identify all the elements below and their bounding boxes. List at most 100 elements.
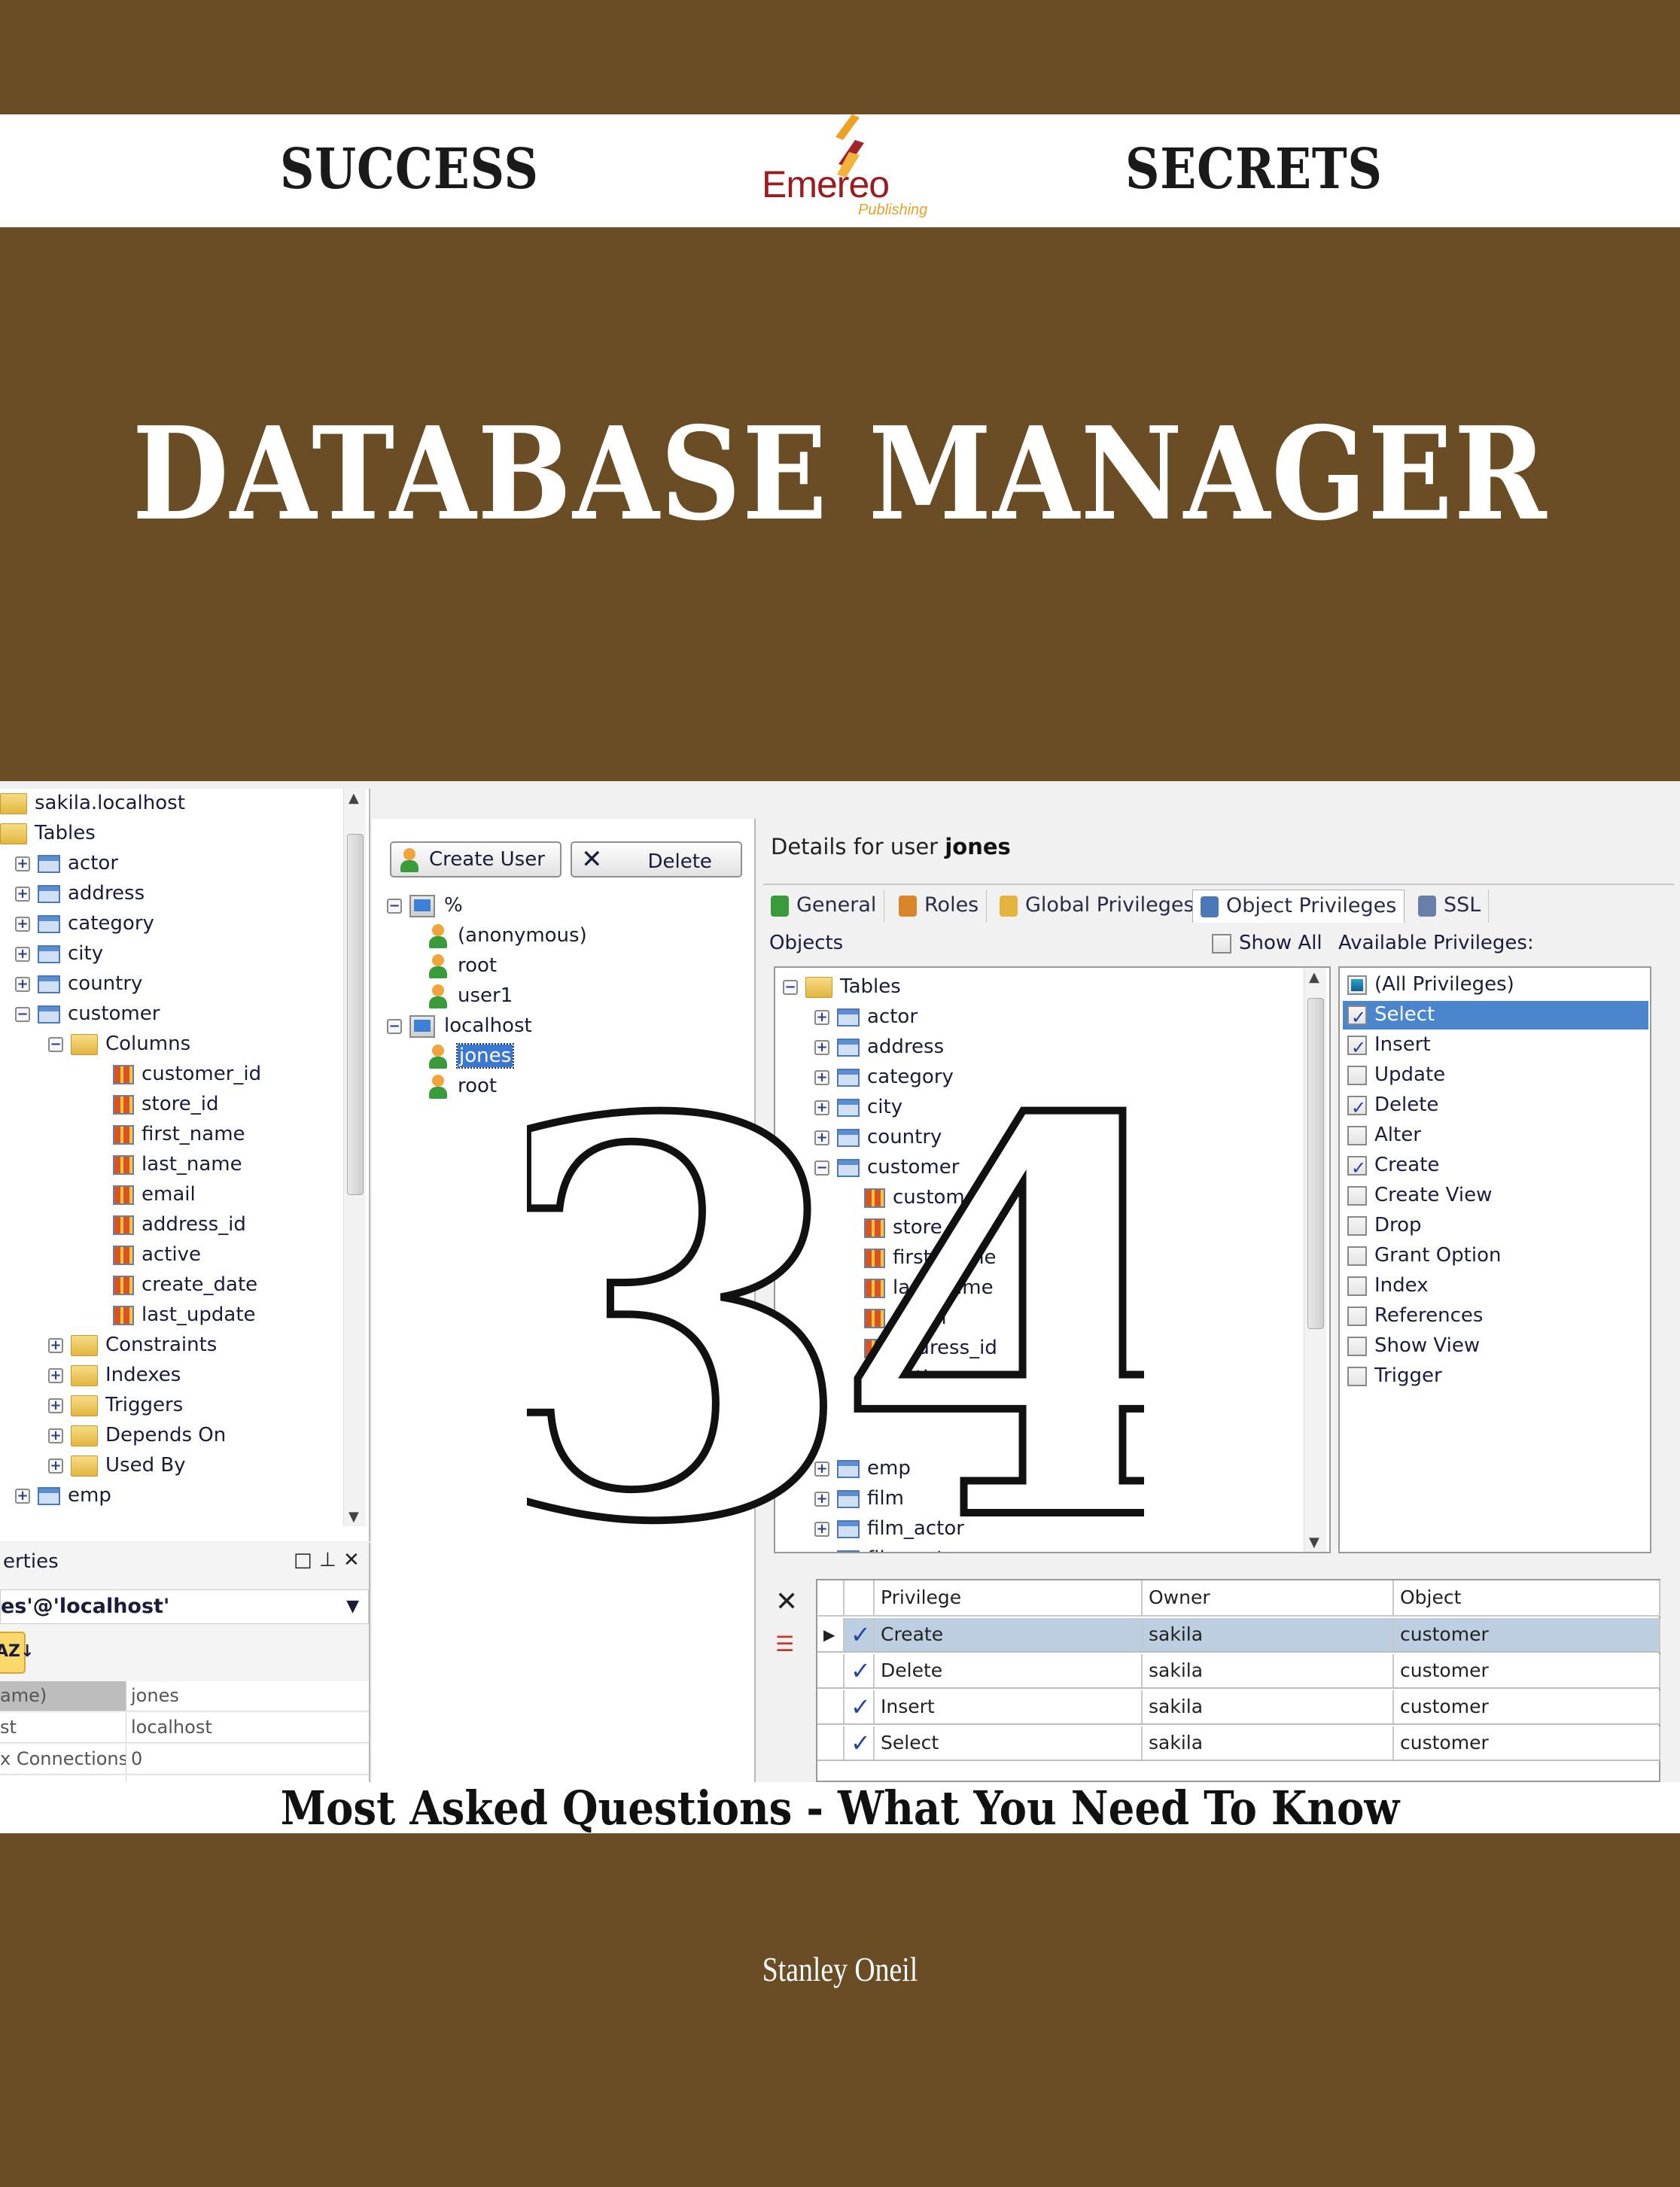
tree-subfolder[interactable]: + Triggers bbox=[48, 1391, 183, 1419]
chevron-down-icon[interactable]: ▼ bbox=[346, 1590, 359, 1623]
tree-column[interactable]: address_id bbox=[113, 1210, 246, 1239]
column-header-privilege[interactable]: Privilege bbox=[875, 1580, 1143, 1615]
delete-user-button[interactable]: ✕ Delete bbox=[571, 841, 742, 878]
expand-icon[interactable]: + bbox=[814, 1069, 829, 1085]
privilege-option[interactable]: Drop bbox=[1343, 1212, 1648, 1240]
privilege-option[interactable]: Grant Option bbox=[1343, 1242, 1648, 1270]
pin-icon[interactable]: ⊥ bbox=[319, 1549, 336, 1571]
show-all-checkbox[interactable]: Show All bbox=[1212, 932, 1322, 954]
checkbox-icon[interactable] bbox=[1347, 1004, 1367, 1031]
tree-subfolder[interactable]: + Used By bbox=[48, 1451, 186, 1480]
expand-icon[interactable]: + bbox=[48, 1458, 63, 1474]
scroll-thumb[interactable] bbox=[347, 834, 364, 1195]
expand-icon[interactable]: + bbox=[48, 1428, 63, 1443]
tree-column[interactable]: active bbox=[113, 1240, 201, 1269]
collapse-icon[interactable]: − bbox=[783, 979, 798, 995]
tree-root[interactable]: sakila.localhost bbox=[0, 789, 185, 817]
available-privileges-list[interactable]: (All Privileges) Select Insert Update Delete… bbox=[1338, 966, 1651, 1553]
expand-icon[interactable]: + bbox=[48, 1367, 63, 1383]
scroll-down-arrow-icon[interactable]: ▼ bbox=[1309, 1535, 1319, 1550]
grid-row[interactable]: ✓ Insert sakila customer bbox=[817, 1690, 1660, 1725]
tree-table[interactable]: + address bbox=[15, 879, 145, 908]
user-node[interactable]: user1 bbox=[429, 981, 513, 1010]
remove-privilege-icon[interactable]: ✕ bbox=[775, 1586, 798, 1617]
checkbox-icon[interactable] bbox=[1347, 1336, 1367, 1356]
checkbox-icon[interactable] bbox=[1212, 933, 1231, 954]
tree-table[interactable]: + address bbox=[814, 1033, 944, 1061]
tab-global-privileges[interactable]: Global Privileges bbox=[992, 890, 1203, 923]
privilege-option[interactable]: Create View bbox=[1343, 1182, 1648, 1210]
scroll-down-arrow-icon[interactable]: ▼ bbox=[348, 1509, 359, 1525]
maximize-icon[interactable]: □ bbox=[294, 1549, 312, 1571]
checkbox-icon[interactable] bbox=[1347, 1215, 1367, 1236]
tree-subfolder[interactable]: + Indexes bbox=[48, 1361, 181, 1389]
expand-icon[interactable]: + bbox=[15, 1488, 30, 1504]
tree-column[interactable]: customer_id bbox=[113, 1060, 261, 1088]
privilege-option[interactable]: Update bbox=[1343, 1061, 1648, 1090]
tree-table[interactable]: + actor bbox=[15, 849, 118, 878]
expand-icon[interactable]: + bbox=[15, 946, 30, 962]
tree-tables-folder[interactable]: Tables bbox=[0, 819, 96, 847]
tree-column[interactable]: first_name bbox=[113, 1120, 245, 1148]
checkbox-icon[interactable] bbox=[1347, 1185, 1367, 1206]
tree-table[interactable]: + emp bbox=[15, 1481, 111, 1510]
scroll-up-arrow-icon[interactable]: ▲ bbox=[348, 790, 359, 806]
expand-icon[interactable]: + bbox=[814, 1009, 829, 1025]
privilege-option[interactable]: Index bbox=[1343, 1272, 1648, 1300]
user-node[interactable]: jones bbox=[429, 1042, 515, 1070]
checkbox-icon[interactable] bbox=[1347, 975, 1367, 995]
checkbox-icon[interactable] bbox=[1347, 1065, 1367, 1085]
expand-icon[interactable]: + bbox=[15, 886, 30, 902]
tree-subfolder[interactable]: + Depends On bbox=[48, 1421, 226, 1449]
sort-alphabetical-button[interactable]: AZ↓ bbox=[0, 1632, 34, 1674]
checkbox-icon[interactable] bbox=[1347, 1246, 1367, 1266]
grid-row[interactable]: ✓ Select sakila customer bbox=[817, 1726, 1660, 1761]
privilege-option[interactable]: Delete bbox=[1343, 1091, 1648, 1121]
collapse-icon[interactable]: − bbox=[48, 1036, 63, 1052]
privilege-option[interactable]: Alter bbox=[1343, 1121, 1648, 1150]
expand-icon[interactable]: + bbox=[814, 1551, 829, 1552]
column-header-object[interactable]: Object bbox=[1394, 1580, 1660, 1615]
object-selector-dropdown[interactable]: es'@'localhost' ▼ bbox=[0, 1589, 369, 1624]
expand-icon[interactable]: + bbox=[814, 1039, 829, 1055]
tree-column[interactable]: email bbox=[113, 1180, 196, 1209]
checkbox-icon[interactable] bbox=[1347, 1034, 1367, 1061]
expand-icon[interactable]: + bbox=[48, 1398, 63, 1413]
checkbox-icon[interactable] bbox=[1347, 1366, 1367, 1386]
property-row[interactable]: ame) jones bbox=[0, 1681, 369, 1711]
vertical-scrollbar[interactable]: ▲ ▼ bbox=[1304, 968, 1326, 1552]
scroll-thumb[interactable] bbox=[1307, 998, 1324, 1329]
scroll-up-arrow-icon[interactable]: ▲ bbox=[1309, 969, 1319, 985]
tree-column[interactable]: last_update bbox=[113, 1300, 256, 1329]
tree-column[interactable]: store_id bbox=[113, 1090, 219, 1118]
expand-icon[interactable]: + bbox=[48, 1337, 63, 1353]
column-header-owner[interactable]: Owner bbox=[1143, 1580, 1394, 1615]
checkbox-icon[interactable] bbox=[1347, 1125, 1367, 1145]
tab-general[interactable]: General bbox=[763, 890, 885, 923]
privilege-option[interactable]: (All Privileges) bbox=[1343, 971, 1648, 999]
privilege-option[interactable]: Insert bbox=[1343, 1031, 1648, 1061]
collapse-icon[interactable]: − bbox=[387, 1018, 402, 1034]
vertical-scrollbar[interactable]: ▲ ▼ bbox=[343, 789, 366, 1526]
close-icon[interactable]: ✕ bbox=[343, 1549, 360, 1571]
tab-roles[interactable]: Roles bbox=[891, 890, 988, 923]
tree-columns-folder[interactable]: − Columns bbox=[48, 1030, 190, 1058]
checkbox-icon[interactable] bbox=[1347, 1276, 1367, 1296]
user-node[interactable]: root bbox=[429, 1072, 497, 1100]
tree-table[interactable]: + actor bbox=[814, 1002, 918, 1031]
tree-table[interactable]: + city bbox=[15, 939, 103, 968]
privilege-option[interactable]: Trigger bbox=[1343, 1362, 1648, 1391]
tree-tables-folder[interactable]: − Tables bbox=[783, 972, 901, 1001]
remove-all-privileges-icon[interactable]: ☰ bbox=[775, 1632, 794, 1656]
grid-row[interactable]: ✓ Delete sakila customer bbox=[817, 1654, 1660, 1689]
tab-object-privileges[interactable]: Object Privileges bbox=[1192, 890, 1405, 923]
privilege-option[interactable]: Select bbox=[1343, 1001, 1648, 1031]
tree-table[interactable]: − customer bbox=[15, 999, 160, 1028]
host-node[interactable]: − localhost bbox=[387, 1011, 532, 1040]
expand-icon[interactable]: + bbox=[15, 976, 30, 992]
property-row[interactable]: x Connections 0 bbox=[0, 1744, 369, 1775]
expand-icon[interactable]: + bbox=[15, 856, 30, 871]
host-node[interactable]: −% bbox=[387, 891, 463, 920]
tree-subfolder[interactable]: + Constraints bbox=[48, 1331, 217, 1359]
create-user-button[interactable]: Create User bbox=[390, 841, 562, 878]
